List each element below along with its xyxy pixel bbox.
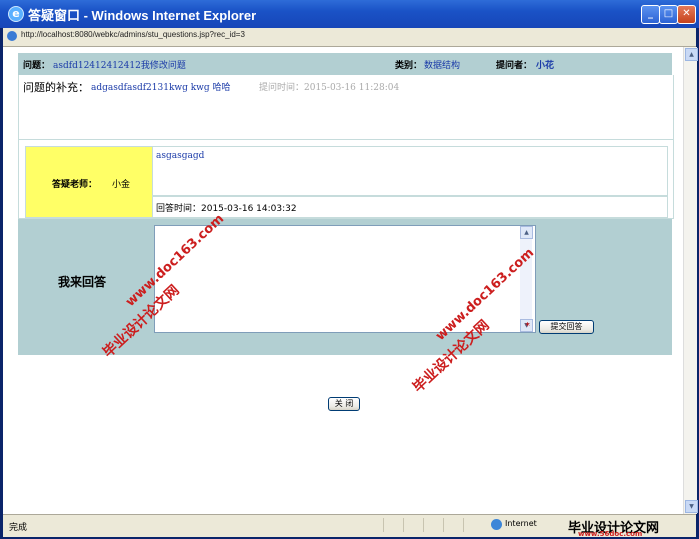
title-bar: e 答疑窗口 - Windows Internet Explorer _ □ ✕: [0, 0, 699, 28]
ie-window: e 答疑窗口 - Windows Internet Explorer _ □ ✕…: [0, 0, 699, 539]
textarea-scrollbar[interactable]: ▲ ▼: [520, 226, 533, 332]
window-title: 答疑窗口 - Windows Internet Explorer: [28, 8, 257, 23]
close-window-button[interactable]: ✕: [677, 5, 696, 24]
close-button[interactable]: 关 闭: [328, 397, 360, 411]
question-header: 问题： asdfd12412412412我修改问题 类别： 数据结构 提问者： …: [18, 53, 672, 75]
question-title: asdfd12412412412我修改问题: [53, 61, 186, 71]
status-segment: [383, 518, 396, 532]
watermark-56doc: www.56doc.com: [578, 530, 643, 538]
submit-answer-button[interactable]: 提交回答: [539, 320, 594, 334]
status-segment: [443, 518, 456, 532]
page-content: 问题： asdfd12412412412我修改问题 类别： 数据结构 提问者： …: [3, 47, 683, 514]
status-segment: [403, 518, 416, 532]
page-scroll-up-icon[interactable]: ▲: [685, 48, 698, 61]
question-label: 问题：: [23, 61, 51, 71]
scroll-up-icon[interactable]: ▲: [520, 226, 533, 239]
status-segment: [463, 518, 476, 532]
page-scroll-down-icon[interactable]: ▼: [685, 500, 698, 513]
answer-time-row: 回答时间：2015-03-16 14:03:32: [152, 196, 668, 218]
teacher-cell: 答疑老师： 小金: [25, 146, 153, 218]
answer-content: asgasgagd: [152, 146, 668, 196]
asker-label: 提问者：: [496, 61, 533, 71]
category-label: 类别：: [395, 61, 423, 71]
teacher-name: 小金: [112, 180, 131, 190]
reply-label: 我来回答: [58, 275, 107, 289]
supplement-text: adgasdfasdf2131kwg kwg 哈哈: [91, 83, 231, 93]
status-segment: [423, 518, 436, 532]
minimize-button[interactable]: _: [641, 5, 660, 24]
supplement-label: 问题的补充：: [23, 81, 89, 94]
address-bar[interactable]: http://localhost:8080/webkc/admins/stu_q…: [3, 28, 696, 47]
category-value: 数据结构: [424, 61, 461, 71]
required-mark: *: [525, 321, 530, 332]
ie-logo-icon: e: [8, 6, 24, 22]
maximize-button[interactable]: □: [659, 5, 678, 24]
page-scrollbar[interactable]: ▲ ▼: [683, 47, 698, 514]
answer-time: 回答时间：2015-03-16 14:03:32: [156, 204, 297, 214]
page-icon: [7, 31, 17, 41]
teacher-label: 答疑老师：: [52, 180, 98, 190]
question-supplement: 问题的补充： adgasdfasdf2131kwg kwg 哈哈 提问时间：20…: [18, 75, 674, 139]
answer-text: asgasgagd: [156, 151, 205, 161]
answer-block: 答疑老师： 小金 asgasgagd 回答时间：2015-03-16 14:03…: [18, 139, 674, 219]
zone-text: Internet: [505, 519, 537, 528]
internet-zone-icon: [491, 519, 502, 530]
status-text: 完成: [9, 523, 28, 533]
question-time: 提问时间：2015-03-16 11:28:04: [259, 83, 400, 93]
asker-value: 小花: [536, 61, 555, 71]
address-url[interactable]: http://localhost:8080/webkc/admins/stu_q…: [21, 30, 245, 39]
